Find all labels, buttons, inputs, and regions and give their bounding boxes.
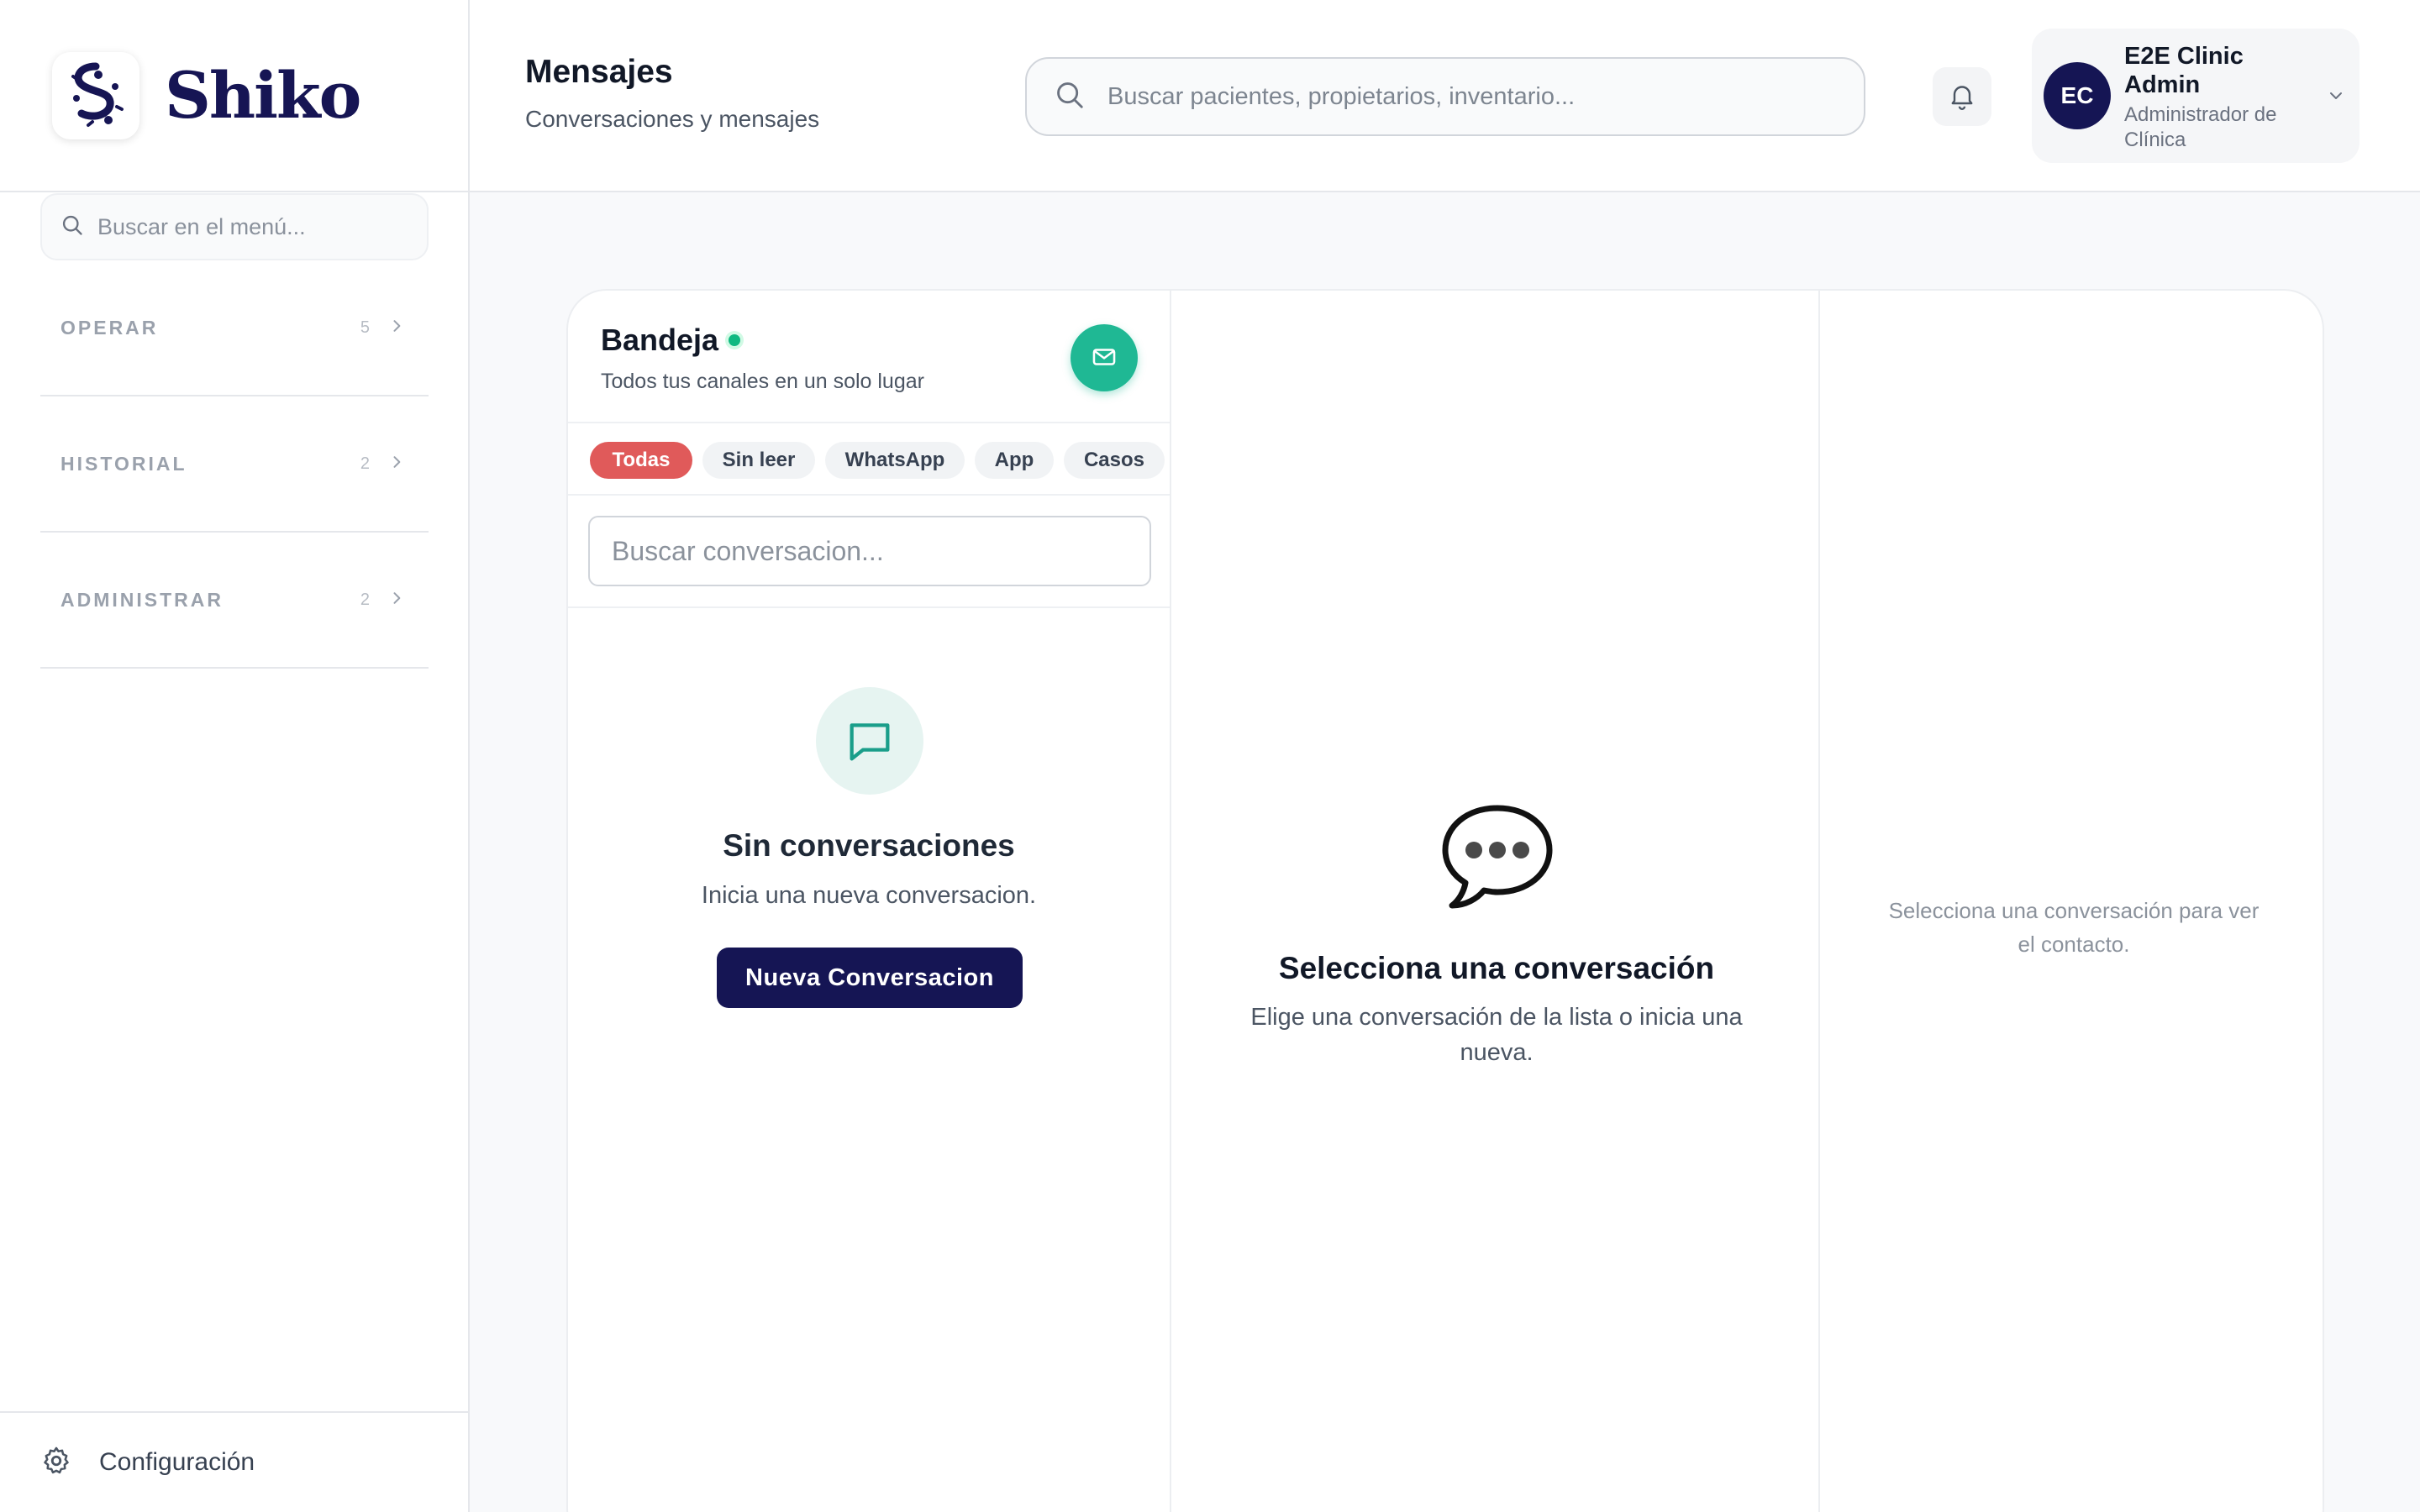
messages-card: Bandeja Todos tus canales en un solo lug…: [566, 289, 2324, 1512]
brand[interactable]: Shiko: [0, 0, 468, 192]
filter-chip-whatsapp[interactable]: WhatsApp: [825, 442, 965, 479]
menu-search-input[interactable]: [97, 213, 417, 240]
nav-section-label: ADMINISTRAR: [60, 588, 224, 611]
nav-section-operar[interactable]: OPERAR 5: [40, 260, 429, 396]
brand-logo-icon: [52, 51, 139, 139]
chevron-right-icon: [388, 590, 405, 611]
divider: [568, 606, 1170, 608]
mail-icon: [1090, 343, 1118, 374]
page-subtitle: Conversaciones y mensajes: [525, 106, 820, 132]
chevron-right-icon: [388, 454, 405, 475]
nav-section-label: OPERAR: [60, 316, 159, 339]
filter-chip-todas[interactable]: Todas: [590, 442, 692, 479]
settings-label: Configuración: [99, 1448, 255, 1476]
thread-panel: Selecciona una conversación Elige una co…: [1173, 291, 1820, 1512]
inbox-title: Bandeja: [601, 323, 741, 358]
contact-empty-text: Selecciona una conversación para ver el …: [1888, 898, 2260, 957]
notifications-button[interactable]: [1933, 67, 1991, 126]
user-role: Administrador de Clínica: [2124, 103, 2277, 151]
new-conversation-button[interactable]: Nueva Conversacion: [717, 948, 1023, 1008]
nav-section-count: 2: [360, 590, 370, 609]
nav-section-count: 2: [360, 454, 370, 473]
empty-state-title: Sin conversaciones: [723, 828, 1015, 863]
top-header: Mensajes Conversaciones y mensajes EC E2…: [470, 0, 2420, 192]
online-status-dot: [729, 334, 741, 346]
user-menu[interactable]: EC E2E Clinic Admin Administrador de Clí…: [2032, 29, 2360, 163]
nav-section-historial[interactable]: HISTORIAL 2: [40, 396, 429, 533]
chevron-right-icon: [388, 318, 405, 339]
compose-message-button[interactable]: [1071, 324, 1138, 391]
app-root: Shiko OPERAR 5 HISTORIAL 2 ADMINISTRAR 2: [0, 0, 2420, 1512]
user-name: E2E Clinic Admin: [2124, 43, 2244, 98]
contact-panel: Selecciona una conversación para ver el …: [1822, 291, 2323, 1512]
inbox-title-text: Bandeja: [601, 323, 719, 357]
nav-section-count: 5: [360, 318, 370, 337]
filter-chips: Todas Sin leer WhatsApp App Casos: [568, 425, 1170, 496]
filter-chip-sin-leer[interactable]: Sin leer: [702, 442, 815, 479]
inbox-subtitle: Todos tus canales en un solo lugar: [601, 370, 924, 393]
inbox-panel: Bandeja Todos tus canales en un solo lug…: [568, 291, 1171, 1512]
gear-icon: [40, 1445, 72, 1481]
brand-name: Shiko: [165, 58, 361, 133]
chevron-down-icon: [2326, 86, 2346, 110]
nav-section-administrar[interactable]: ADMINISTRAR 2: [40, 533, 429, 669]
search-icon: [1054, 79, 1086, 115]
inbox-header: Bandeja Todos tus canales en un solo lug…: [568, 291, 1170, 423]
speech-bubble-icon: [1440, 803, 1555, 915]
settings-link[interactable]: Configuración: [0, 1411, 468, 1512]
empty-state-text: Inicia una nueva conversacion.: [701, 882, 1037, 909]
menu-search[interactable]: [40, 193, 429, 260]
page-title: Mensajes: [525, 54, 673, 90]
global-search[interactable]: [1025, 57, 1865, 136]
filter-chip-casos[interactable]: Casos: [1064, 442, 1165, 479]
chat-bubble-icon: [816, 687, 923, 795]
bell-icon: [1947, 81, 1977, 113]
filter-chip-app[interactable]: App: [975, 442, 1054, 479]
conversation-search-input[interactable]: [588, 516, 1151, 586]
thread-empty-text: Elige una conversación de la lista o ini…: [1250, 1004, 1743, 1066]
sidebar: Shiko OPERAR 5 HISTORIAL 2 ADMINISTRAR 2: [0, 0, 470, 1512]
search-icon: [60, 213, 84, 241]
nav-section-label: HISTORIAL: [60, 452, 187, 475]
global-search-input[interactable]: [1107, 82, 1847, 111]
thread-empty-title: Selecciona una conversación: [1278, 951, 1715, 985]
avatar: EC: [2044, 62, 2111, 129]
